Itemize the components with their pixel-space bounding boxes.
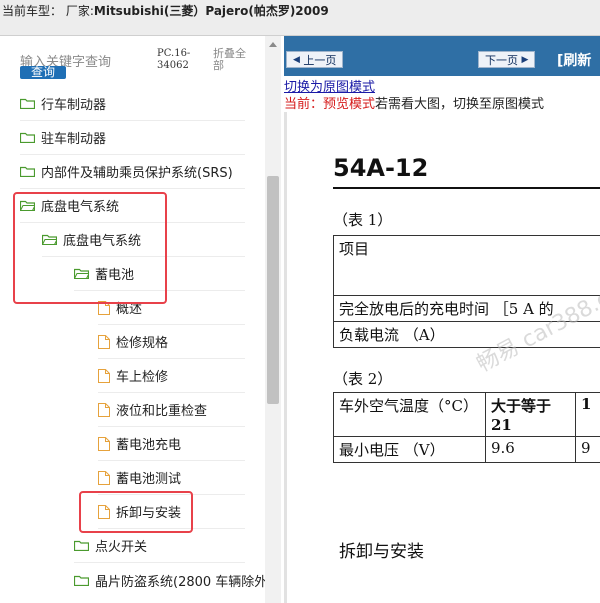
car-model: Mitsubishi(三菱）Pajero(帕杰罗)2009 <box>93 4 329 18</box>
tree-item-immobilizer[interactable]: 晶片防盗系统(2800 车辆除外) <box>74 563 272 597</box>
document-icon <box>98 402 110 417</box>
folder-icon <box>74 575 89 586</box>
tree-item-label: 驻车制动器 <box>41 132 107 147</box>
scroll-up-arrow-icon[interactable] <box>269 42 277 47</box>
top-bar: 当前车型： 厂家:Mitsubishi(三菱）Pajero(帕杰罗)2009 <box>0 0 600 36</box>
table2-val-1: 9.6 <box>485 436 576 463</box>
tree-item-label: 液位和比重检查 <box>116 404 208 419</box>
maker-prefix: 厂家: <box>65 4 94 18</box>
folder-icon <box>20 166 35 177</box>
prev-label: 上一页 <box>303 53 337 67</box>
refresh-button[interactable]: [刷新 <box>557 50 591 70</box>
document-page: 54A-12 （表 1） 项目 完全放电后的充电时间 ［5 A 的 负载电流 （… <box>290 113 600 603</box>
tree-item-label: 蓄电池测试 <box>116 472 182 487</box>
folder-icon <box>74 540 89 551</box>
highlight-box-removal <box>79 491 193 533</box>
tree-item-srs[interactable]: 内部件及辅助乘员保护系统(SRS) <box>20 155 245 189</box>
tree-scrollbar[interactable] <box>265 36 281 603</box>
tree-item-label: 晶片防盗系统(2800 车辆除外) <box>95 574 273 590</box>
mode-status: 当前：预览模式若需看大图，切换至原图模式 <box>284 93 544 112</box>
table2-temp-header: 车外空气温度（°C） <box>333 392 486 437</box>
mode-hint: 若需看大图，切换至原图模式 <box>375 97 545 112</box>
table2-title: （表 2） <box>333 370 393 388</box>
document-icon <box>98 436 110 451</box>
tree-item-on-vehicle[interactable]: 车上检修 <box>98 359 245 393</box>
section-number: 54A-12 <box>333 154 429 182</box>
table1-title: （表 1） <box>333 211 393 229</box>
table2-val-2: 9 <box>575 436 600 463</box>
next-label: 下一页 <box>485 53 518 67</box>
document-icon <box>98 334 110 349</box>
doc-code: PC.16-34062 <box>157 48 191 71</box>
folder-icon <box>20 132 35 143</box>
tree-item-label: 蓄电池充电 <box>116 438 182 453</box>
table2-col-next: 1 <box>575 392 600 437</box>
tree-item-service-brake[interactable]: 行车制动器 <box>20 87 245 121</box>
folder-icon <box>20 98 35 109</box>
tree-item-label: 车上检修 <box>116 370 169 385</box>
prev-page-button[interactable]: ◀ 上一页 <box>286 51 344 68</box>
current-mode-label: 当前：预览模式 <box>284 97 376 112</box>
current-car-label: 当前车型： 厂家:Mitsubishi(三菱）Pajero(帕杰罗)2009 <box>2 2 329 19</box>
collapse-all-button[interactable]: 折叠全部 <box>213 48 253 72</box>
table2-col-ge21: 大于等于21 <box>485 392 576 437</box>
tree-item-fluid-check[interactable]: 液位和比重检查 <box>98 393 245 427</box>
highlight-box-battery <box>13 192 167 304</box>
arrow-right-icon: ▶ <box>521 54 529 65</box>
page-nav-bar: ◀ 上一页 下一页 ▶ [刷新 <box>284 36 600 76</box>
tree-item-label: 检修规格 <box>116 336 169 351</box>
tree-item-testing[interactable]: 蓄电池测试 <box>98 461 245 495</box>
table1-header: 项目 <box>333 235 600 296</box>
document-divider <box>284 112 287 603</box>
section-rule <box>333 187 600 189</box>
tree-item-parking-brake[interactable]: 驻车制动器 <box>20 121 245 155</box>
next-page-button[interactable]: 下一页 ▶ <box>478 51 536 68</box>
document-icon <box>98 470 110 485</box>
tree-item-charging[interactable]: 蓄电池充电 <box>98 427 245 461</box>
section-title-removal: 拆卸与安装 <box>339 542 424 562</box>
table-2: 车外空气温度（°C） 大于等于21 1 最小电压 （V） 9.6 9 <box>333 392 600 463</box>
tree-item-specs[interactable]: 检修规格 <box>98 325 245 359</box>
table2-min-voltage-label: 最小电压 （V） <box>333 436 486 463</box>
tree-panel: 输入关键字查询 查询 PC.16-34062 折叠全部 行车制动器 驻车制动器 … <box>0 36 284 603</box>
scrollbar-thumb[interactable] <box>267 176 279 404</box>
car-prefix: 当前车型： <box>2 4 63 18</box>
document-icon <box>98 368 110 383</box>
tree-item-ignition-switch[interactable]: 点火开关 <box>74 529 245 563</box>
tree-item-label: 行车制动器 <box>41 98 107 113</box>
tree-item-label: 点火开关 <box>95 540 148 555</box>
tree-item-label: 内部件及辅助乘员保护系统(SRS) <box>41 166 233 181</box>
arrow-left-icon: ◀ <box>293 54 300 65</box>
search-button[interactable]: 查询 <box>20 66 66 79</box>
